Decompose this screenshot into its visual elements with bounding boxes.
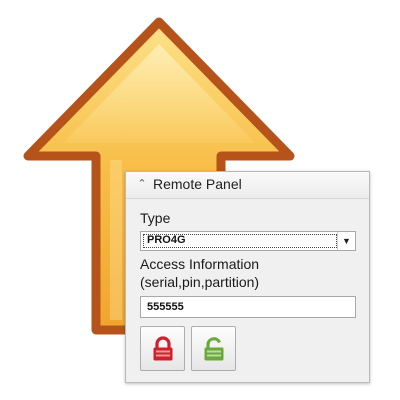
unlock-icon	[204, 337, 224, 361]
panel-header[interactable]: ⌃ Remote Panel	[126, 172, 369, 199]
type-label: Type	[140, 210, 171, 226]
type-select[interactable]: PRO4G ▼	[140, 231, 356, 251]
lock-button[interactable]	[140, 326, 185, 371]
access-info-input[interactable]	[141, 297, 355, 317]
access-info-field[interactable]	[140, 296, 356, 318]
access-info-label: Access Information	[140, 256, 260, 272]
screenshot-canvas: ⌃ Remote Panel Type PRO4G ▼ Access Infor…	[0, 0, 400, 400]
dropdown-arrow-icon[interactable]: ▼	[337, 232, 355, 250]
unlock-button[interactable]	[191, 326, 236, 371]
chevron-up-icon[interactable]: ⌃	[136, 178, 148, 190]
lock-icon	[153, 336, 173, 361]
type-select-value: PRO4G	[147, 234, 186, 246]
access-info-hint: (serial,pin,partition)	[140, 274, 260, 290]
remote-panel: ⌃ Remote Panel Type PRO4G ▼ Access Infor…	[125, 171, 370, 383]
panel-title: Remote Panel	[153, 176, 242, 192]
